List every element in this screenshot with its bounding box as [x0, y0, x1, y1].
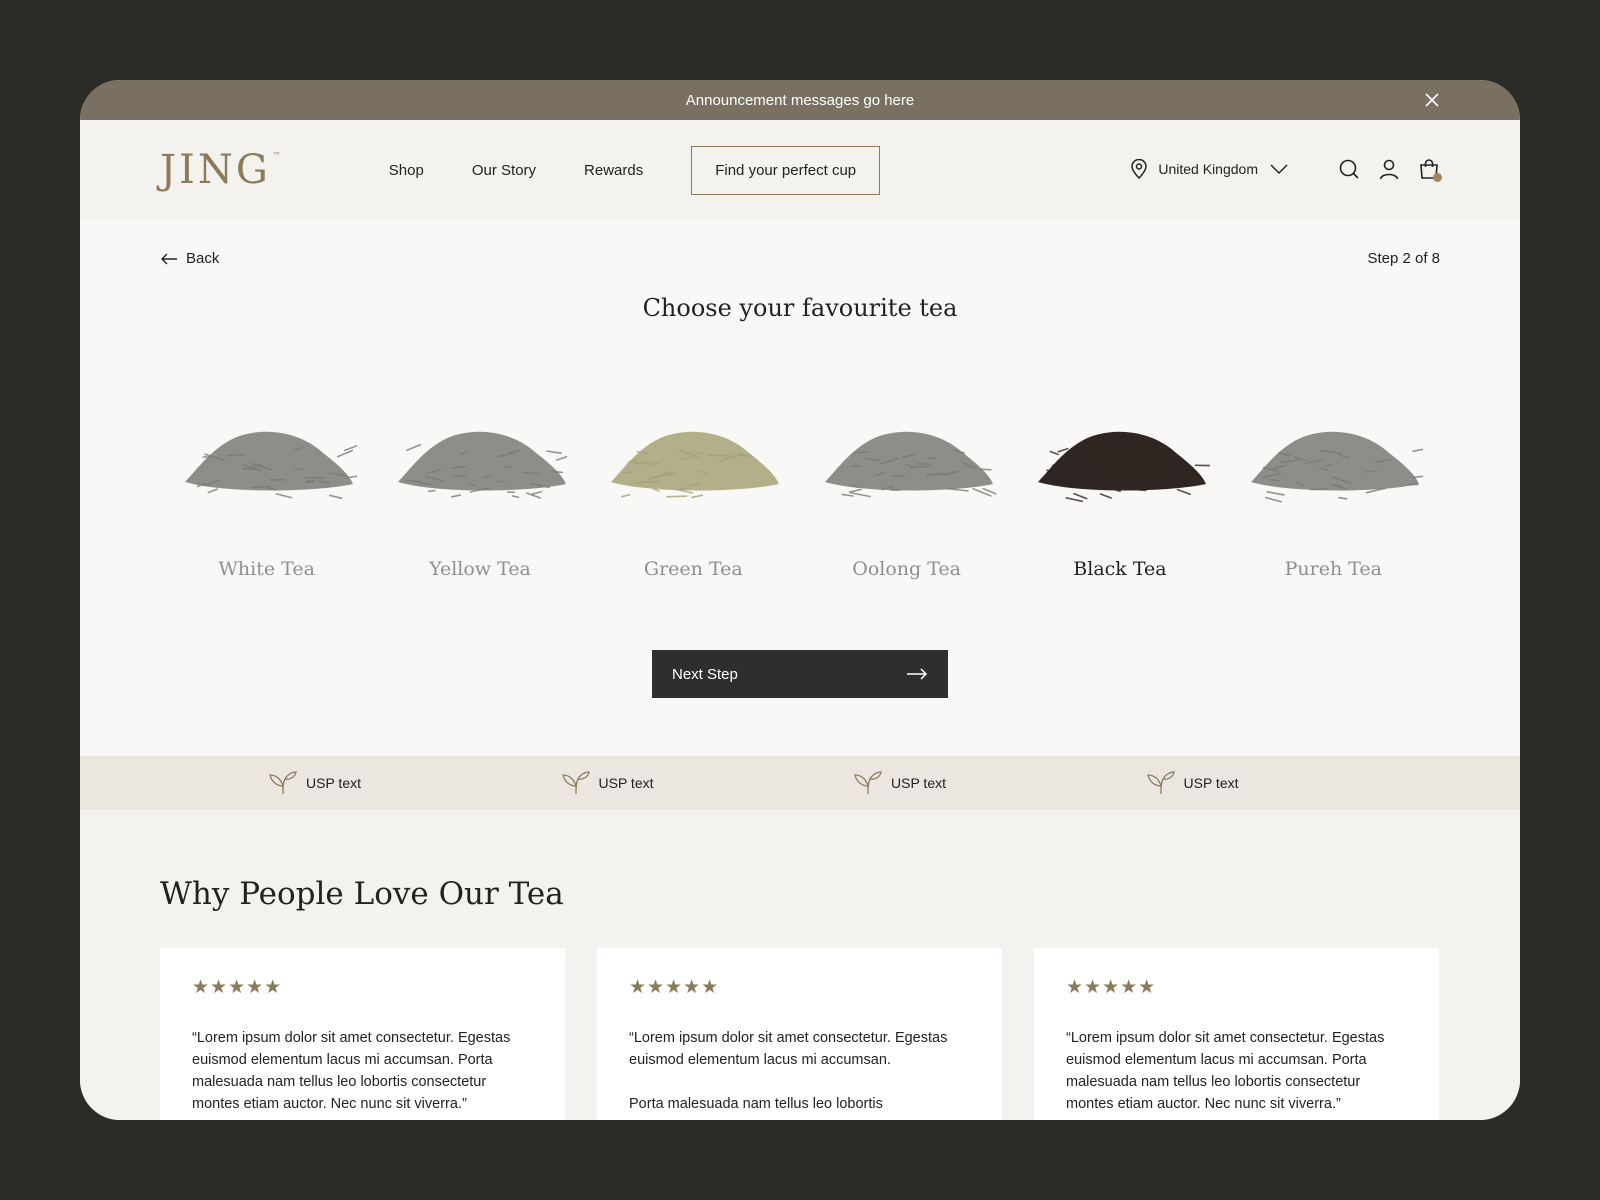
next-step-button[interactable]: Next Step	[652, 650, 948, 698]
star-rating: ★★★★★	[1066, 977, 1157, 998]
usp-text: USP text	[891, 775, 946, 791]
main-nav: Shop Our Story Rewards Find your perfect…	[389, 145, 881, 195]
back-link[interactable]: Back	[160, 250, 219, 267]
quiz-title: Choose your favourite tea	[642, 294, 958, 322]
usp-bar: USP text USP text USP text USP text	[80, 756, 1520, 810]
cart-button[interactable]	[1418, 158, 1442, 182]
usp-item: USP text	[853, 771, 1146, 795]
tea-leaves-image	[1251, 431, 1424, 503]
review-card: ★★★★★ “Lorem ipsum dolor sit amet consec…	[597, 948, 1002, 1120]
arrow-right-icon	[907, 668, 928, 680]
usp-text: USP text	[1183, 775, 1239, 791]
trademark-mark: ™	[272, 151, 281, 160]
review-cards: ★★★★★ “Lorem ipsum dolor sit amet consec…	[160, 948, 1439, 1120]
back-label: Back	[186, 250, 220, 267]
browser-frame: Announcement messages go here JING ™ Shop…	[80, 80, 1520, 1120]
nav-rewards[interactable]: Rewards	[584, 162, 643, 179]
usp-item: USP text	[561, 771, 854, 795]
tea-name: Black Tea	[1073, 558, 1167, 580]
nav-shop[interactable]: Shop	[389, 162, 424, 179]
review-text: “Lorem ipsum dolor sit amet consectetur.…	[1066, 1030, 1385, 1112]
tea-option-black[interactable]: Black Tea	[1013, 400, 1226, 580]
usp-text: USP text	[598, 775, 654, 791]
tea-name: Yellow Tea	[429, 558, 531, 580]
tea-option-yellow[interactable]: Yellow Tea	[373, 400, 586, 580]
tea-options: White Tea Yellow Tea Green Tea Oolong Te…	[160, 400, 1440, 580]
country-selector[interactable]: United Kingdom	[1130, 159, 1288, 179]
star-rating: ★★★★★	[629, 977, 720, 998]
country-label: United Kingdom	[1158, 161, 1258, 177]
leaf-sprout-icon	[1146, 771, 1175, 795]
tea-option-white[interactable]: White Tea	[160, 400, 373, 580]
account-icon[interactable]	[1378, 158, 1400, 180]
tea-option-pureh[interactable]: Pureh Tea	[1227, 400, 1440, 580]
tea-leaves-image	[184, 431, 357, 499]
review-quote: “Lorem ipsum dolor sit amet consectetur.…	[1066, 1027, 1407, 1115]
leaf-sprout-icon	[269, 771, 297, 795]
review-quote: “Lorem ipsum dolor sit amet consectetur.…	[629, 1027, 970, 1115]
star-rating: ★★★★★	[192, 977, 283, 998]
cart-badge	[1433, 173, 1442, 182]
next-step-label: Next Step	[672, 665, 738, 683]
logo-text: JING	[160, 147, 271, 193]
review-text: Porta malesuada nam tellus leo lobortis	[629, 1096, 883, 1112]
logo[interactable]: JING ™	[160, 147, 281, 193]
reviews-heading: Why People Love Our Tea	[160, 876, 564, 912]
usp-text: USP text	[306, 775, 361, 791]
review-card: ★★★★★ “Lorem ipsum dolor sit amet consec…	[160, 948, 565, 1120]
chevron-down-icon	[1270, 164, 1288, 175]
tea-option-oolong[interactable]: Oolong Tea	[800, 400, 1013, 580]
search-icon[interactable]	[1338, 158, 1360, 180]
tea-leaves-image	[824, 431, 997, 498]
find-perfect-cup-button[interactable]: Find your perfect cup	[691, 145, 881, 195]
header-actions: United Kingdom	[1130, 158, 1442, 182]
tea-leaves-image	[611, 431, 780, 499]
leaf-sprout-icon	[561, 771, 590, 795]
arrow-left-icon	[161, 253, 177, 264]
tea-name: Oolong Tea	[852, 558, 962, 580]
review-text: “Lorem ipsum dolor sit amet consectetur.…	[629, 1030, 948, 1068]
leaf-sprout-icon	[854, 771, 882, 795]
tea-option-green[interactable]: Green Tea	[587, 400, 800, 580]
review-quote: “Lorem ipsum dolor sit amet consectetur.…	[192, 1027, 533, 1115]
tea-name: Green Tea	[643, 558, 743, 580]
quiz-section: Back Step 2 of 8 Choose your favourite t…	[80, 220, 1520, 756]
tea-name: White Tea	[218, 558, 315, 580]
tea-name: Pureh Tea	[1284, 558, 1382, 580]
announcement-text: Announcement messages go here	[685, 91, 915, 109]
close-icon[interactable]	[1424, 92, 1440, 108]
nav-our-story[interactable]: Our Story	[472, 162, 536, 179]
location-pin-icon	[1131, 159, 1148, 179]
reviews-section: Why People Love Our Tea ★★★★★ “Lorem ips…	[80, 810, 1520, 1120]
tea-leaves-image	[397, 431, 568, 499]
review-card: ★★★★★ “Lorem ipsum dolor sit amet consec…	[1034, 948, 1439, 1120]
site-header: JING ™ Shop Our Story Rewards Find your p…	[80, 120, 1520, 220]
step-indicator: Step 2 of 8	[1367, 250, 1440, 267]
announcement-bar: Announcement messages go here	[80, 80, 1520, 120]
usp-item: USP text	[1146, 771, 1439, 795]
usp-item: USP text	[268, 771, 561, 795]
tea-leaves-image	[1037, 431, 1210, 503]
review-text: “Lorem ipsum dolor sit amet consectetur.…	[192, 1030, 511, 1112]
